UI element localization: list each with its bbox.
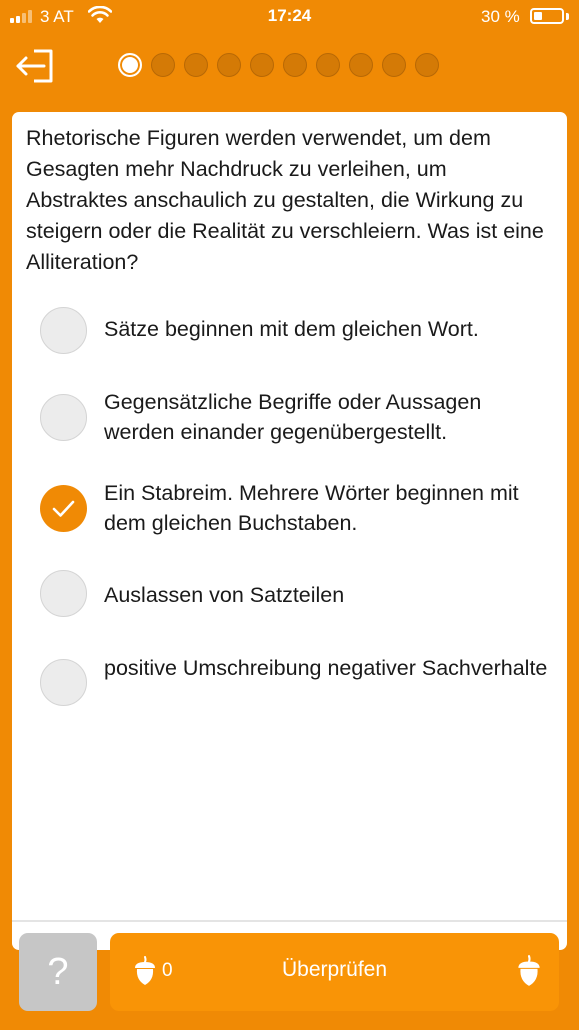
answer-label: Sätze beginnen mit dem gleichen Wort. — [104, 317, 479, 341]
radio-button[interactable] — [40, 394, 87, 441]
status-bar: 3 AT 17:24 30 % — [0, 0, 579, 34]
battery-icon — [530, 8, 564, 24]
answer-option-2[interactable]: Gegensätzliche Begriffe oder Aussagen we… — [12, 382, 567, 452]
progress-dot — [151, 53, 175, 77]
divider — [12, 920, 567, 922]
answer-label: positive Umschreibung negativer Sachverh… — [104, 656, 548, 680]
question-progress-indicator — [118, 53, 439, 77]
answer-option-1[interactable]: Sätze beginnen mit dem gleichen Wort. — [12, 302, 567, 362]
question-text: Rhetorische Figuren werden verwendet, um… — [26, 126, 544, 274]
radio-button-checked[interactable] — [40, 485, 87, 532]
answer-option-5[interactable]: positive Umschreibung negativer Sachverh… — [12, 642, 567, 712]
answer-option-4[interactable]: Auslassen von Satzteilen — [12, 564, 567, 624]
progress-dot — [217, 53, 241, 77]
checkmark-icon — [52, 500, 75, 517]
progress-dot-current — [118, 53, 142, 77]
check-answer-button[interactable]: 0 Überprüfen — [110, 933, 559, 1011]
radio-button[interactable] — [40, 659, 87, 706]
progress-dot — [283, 53, 307, 77]
hint-button[interactable]: ? — [19, 933, 97, 1011]
progress-dot — [349, 53, 373, 77]
radio-button[interactable] — [40, 307, 87, 354]
answer-label: Auslassen von Satzteilen — [104, 583, 345, 607]
question-card: Rhetorische Figuren werden verwendet, um… — [12, 112, 567, 950]
answer-label: Gegensätzliche Begriffe oder Aussagen we… — [104, 390, 482, 444]
answer-label: Ein Stabreim. Mehrere Wörter beginnen mi… — [104, 481, 519, 535]
answer-option-3[interactable]: Ein Stabreim. Mehrere Wörter beginnen mi… — [12, 472, 567, 542]
check-button-label: Überprüfen — [281, 958, 388, 981]
exit-button[interactable] — [14, 45, 56, 87]
progress-dot — [250, 53, 274, 77]
progress-dot — [316, 53, 340, 77]
battery-tip — [566, 13, 569, 20]
battery-level — [534, 12, 542, 20]
progress-dot — [382, 53, 406, 77]
battery-percentage: 30 % — [481, 7, 520, 26]
radio-button[interactable] — [40, 570, 87, 617]
progress-dot — [415, 53, 439, 77]
progress-dot — [184, 53, 208, 77]
quiz-screen: 3 AT 17:24 30 % Rhetorische Figuren werd… — [0, 0, 579, 1030]
acorn-icon — [518, 955, 540, 986]
exit-door-arrow-icon — [16, 49, 53, 83]
